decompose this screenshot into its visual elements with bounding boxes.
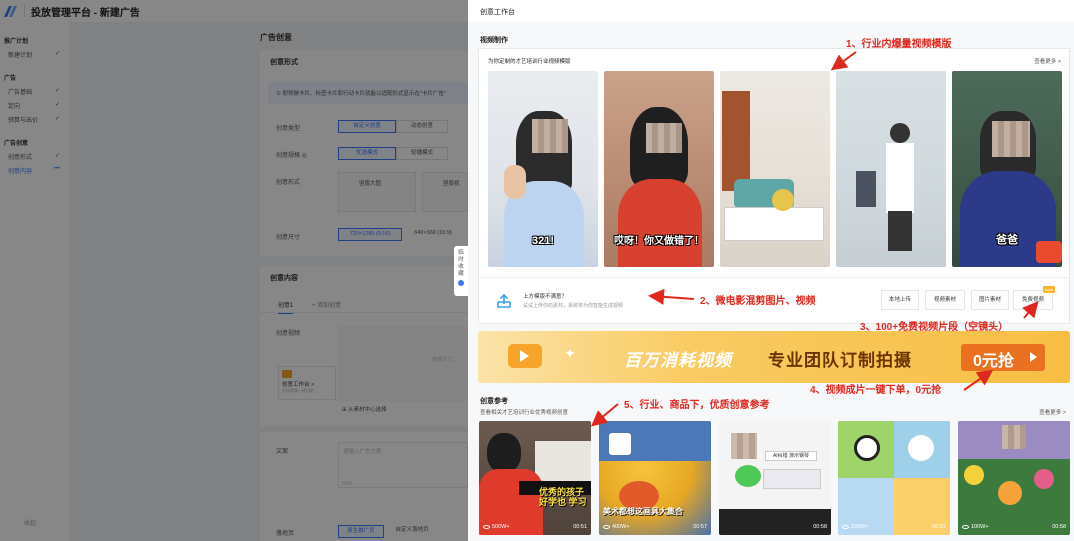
view-count: 500W+ — [483, 524, 510, 530]
panda-drawing — [854, 435, 880, 461]
child-figure — [856, 171, 876, 207]
blurred-face — [532, 119, 568, 153]
duration: 00:51 — [573, 524, 587, 530]
ref-caption: AI纠错 演示钢琴 — [765, 451, 817, 461]
flower-drawing — [998, 481, 1022, 505]
flower-drawing — [1034, 469, 1054, 489]
piano — [719, 509, 831, 535]
ref-caption: 优秀的孩子 好学也 学习 — [539, 487, 587, 507]
eye-icon — [842, 525, 849, 529]
video-material-button[interactable]: 视频素材 — [925, 290, 965, 310]
video-caption: 爸爸 — [996, 234, 1018, 246]
template-video-4[interactable] — [836, 71, 946, 267]
ball — [772, 189, 794, 211]
annotation-1: 1、行业内爆量视频模版 — [846, 39, 952, 50]
template-video-2[interactable]: 哎呀！你又做错了！ — [604, 71, 714, 267]
child-hair — [487, 433, 521, 473]
annotation-5: 5、行业、商品下，优质创意参考 — [624, 400, 770, 411]
view-count: 400W+ — [603, 524, 630, 530]
annotation-4: 4、视频成片一键下单，0元抢 — [810, 385, 942, 396]
duration: 00:58 — [1052, 524, 1066, 530]
score-sheet — [763, 469, 821, 489]
template-panel: 为你定制的才艺培训行业视频模版 查看更多 > 321! 哎呀！你又做错了！ 爸爸… — [478, 48, 1070, 324]
video-camera-icon — [508, 344, 542, 368]
ref-video-3[interactable]: AI纠错 演示钢琴 00:58 — [719, 421, 831, 535]
creative-workbench-drawer: 创意工作台 视频制作 为你定制的才艺培训行业视频模版 查看更多 > 321! 哎… — [468, 0, 1074, 541]
sheep-drawing — [908, 435, 934, 461]
view-count: 100W+ — [962, 524, 989, 530]
sparkle-icon: ✦ — [564, 345, 576, 361]
see-more-refs-link[interactable]: 查看更多 > — [1039, 408, 1066, 416]
video-caption: 321! — [531, 235, 555, 247]
mascot — [735, 465, 761, 487]
ref-video-1[interactable]: 优秀的孩子 好学也 学习 500W+ 00:51 — [479, 421, 591, 535]
ref-video-5[interactable]: 100W+ 00:58 — [958, 421, 1070, 535]
template-video-1[interactable]: 321! — [488, 71, 598, 267]
bookshelf — [722, 91, 750, 191]
local-upload-button[interactable]: 本地上传 — [881, 290, 919, 310]
new-badge: New — [1042, 286, 1055, 293]
annotation-2: 2、微电影混剪图片、视频 — [700, 296, 816, 307]
ref-video-2[interactable]: 美术都想这画具大集合 400W+ 00:57 — [599, 421, 711, 535]
duration: 00:57 — [932, 524, 946, 530]
ref-caption: 美术都想这画具大集合 — [603, 507, 683, 516]
ref-video-4[interactable]: 200W+ 00:57 — [838, 421, 950, 535]
drawer-title: 创意工作台 — [468, 0, 1074, 22]
free-video-button[interactable]: 免费视频 New — [1013, 286, 1055, 310]
custom-shoot-banner[interactable]: ✦ 百万消耗视频 专业团队订制拍摄 0元抢 — [478, 331, 1070, 383]
image-material-button[interactable]: 图片素材 — [971, 290, 1009, 310]
upload-title: 上方模版不满意？ — [523, 294, 568, 300]
eye-icon — [962, 525, 969, 529]
view-count: 200W+ — [842, 524, 869, 530]
video-caption: 哎呀！你又做错了！ — [614, 236, 704, 247]
person-legs — [888, 211, 912, 251]
blurred-face — [992, 121, 1030, 157]
duration: 00:58 — [813, 524, 827, 530]
upload-description: 试试上传你的素材，系统将为你智能生成视频 — [523, 303, 624, 309]
flower-drawing — [964, 465, 984, 485]
ref-section-title: 创意参考 — [480, 398, 508, 405]
person-top — [618, 179, 702, 267]
eye-icon — [603, 525, 610, 529]
person-hand — [504, 165, 526, 199]
temp-favorites-handle[interactable]: 临时收藏 — [454, 246, 468, 296]
sheet-music — [535, 441, 591, 485]
blurred-face — [1002, 425, 1026, 449]
banner-headline: 百万消耗视频 — [624, 351, 732, 370]
template-subtitle: 为你定制的才艺培训行业视频模版 — [488, 59, 571, 65]
blurred-face — [646, 123, 682, 153]
badge-dot-icon — [458, 280, 464, 286]
annotation-3: 3、100+免费视频片段（空镜头） — [860, 322, 1009, 333]
table — [724, 207, 824, 241]
see-more-templates-link[interactable]: 查看更多 > — [1034, 57, 1061, 65]
person-head — [890, 123, 910, 143]
person-body — [886, 143, 914, 213]
template-video-3[interactable] — [720, 71, 830, 267]
ref-subtitle: 查看相关才艺培训行业优秀视频创意 — [480, 410, 569, 416]
eye-icon — [483, 525, 490, 529]
upload-icon — [497, 294, 511, 308]
video-section-title: 视频制作 — [480, 37, 508, 44]
modal-mask[interactable] — [0, 0, 468, 541]
template-video-5[interactable]: 爸爸 — [952, 71, 1062, 267]
zero-yuan-grab-button[interactable]: 0元抢 — [961, 344, 1045, 371]
thumb-inset — [609, 433, 631, 455]
blurred-face — [731, 433, 757, 459]
duration: 00:57 — [693, 524, 707, 530]
banner-subheadline: 专业团队订制拍摄 — [768, 351, 912, 370]
